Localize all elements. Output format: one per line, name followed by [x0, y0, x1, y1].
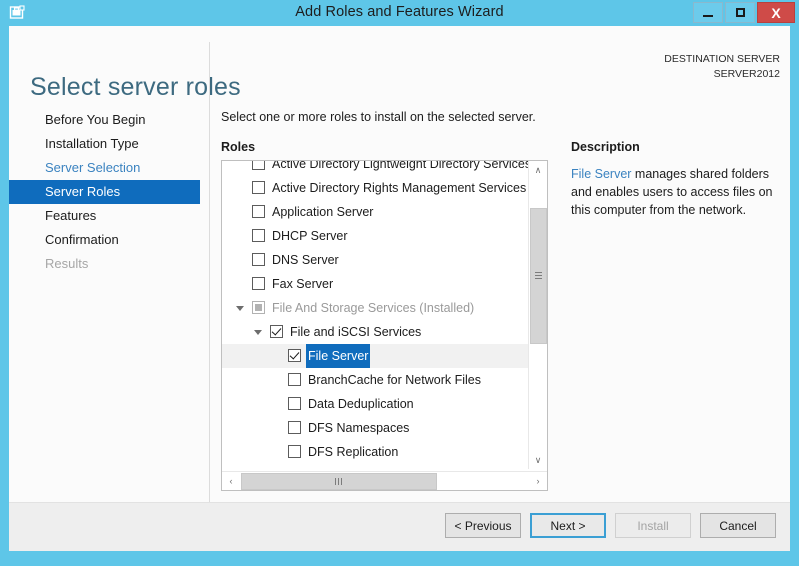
role-checkbox[interactable] [252, 205, 265, 218]
role-label: File and iSCSI Services [290, 325, 422, 339]
role-checkbox[interactable] [288, 421, 301, 434]
role-label: File And Storage Services (Installed) [272, 301, 475, 315]
role-checkbox[interactable] [252, 161, 265, 170]
role-row[interactable]: DNS Server [222, 248, 528, 272]
role-row[interactable]: Active Directory Rights Management Servi… [222, 176, 528, 200]
wizard-client-area: Select server roles DESTINATION SERVER S… [9, 26, 790, 551]
role-label: DHCP Server [272, 229, 348, 243]
nav-item-before-you-begin[interactable]: Before You Begin [9, 108, 200, 132]
role-row[interactable]: BranchCache for Network Files [222, 368, 528, 392]
roles-list-viewport: Active Directory Lightweight Directory S… [222, 161, 528, 469]
nav-item-results: Results [45, 256, 89, 271]
role-row[interactable]: DHCP Server [222, 224, 528, 248]
description-text: File Server manages shared folders and e… [571, 165, 776, 219]
collapse-triangle-icon[interactable] [236, 306, 244, 311]
role-row[interactable]: Data Deduplication [222, 392, 528, 416]
window-title: Add Roles and Features Wizard [295, 4, 504, 20]
destination-server-name: SERVER2012 [713, 68, 780, 80]
role-row[interactable]: Fax Server [222, 272, 528, 296]
nav-item-features[interactable]: Features [9, 204, 200, 228]
role-label: BranchCache for Network Files [308, 373, 481, 387]
role-checkbox[interactable] [270, 325, 283, 338]
role-checkbox[interactable] [252, 277, 265, 290]
role-label: File Server [306, 344, 371, 368]
nav-item-installation-type[interactable]: Installation Type [9, 132, 200, 156]
cancel-button[interactable]: Cancel [700, 513, 776, 538]
role-checkbox[interactable] [288, 445, 301, 458]
instruction-text: Select one or more roles to install on t… [221, 110, 536, 124]
role-checkbox[interactable] [288, 373, 301, 386]
collapse-triangle-icon[interactable] [254, 330, 262, 335]
role-checkbox[interactable] [288, 397, 301, 410]
roles-list: Active Directory Lightweight Directory S… [222, 161, 528, 469]
horizontal-scrollbar-thumb[interactable] [241, 473, 437, 490]
role-label: DNS Server [272, 253, 339, 267]
description-highlight: File Server [571, 167, 632, 181]
role-row[interactable]: Application Server [222, 200, 528, 224]
role-checkbox[interactable] [288, 349, 301, 362]
description-label: Description [571, 140, 640, 154]
footer-button-row: < Previous Next > Install Cancel [445, 513, 776, 538]
wizard-footer: < Previous Next > Install Cancel [9, 502, 790, 551]
role-label: Active Directory Rights Management Servi… [272, 181, 527, 195]
role-checkbox[interactable] [252, 253, 265, 266]
close-button[interactable]: X [757, 2, 795, 23]
destination-server-label: DESTINATION SERVER [664, 53, 780, 65]
role-row[interactable]: DFS Replication [222, 440, 528, 464]
role-row[interactable]: File Server Resource Manager [222, 464, 528, 469]
scroll-left-icon[interactable]: ‹ [222, 472, 240, 490]
role-checkbox [252, 301, 265, 314]
scroll-up-icon[interactable]: ∧ [529, 161, 547, 179]
roles-label: Roles [221, 140, 256, 154]
role-label: Data Deduplication [308, 397, 414, 411]
roles-horizontal-scrollbar[interactable]: ‹ › [222, 471, 547, 490]
role-row[interactable]: File and iSCSI Services [222, 320, 528, 344]
nav-item-server-selection[interactable]: Server Selection [9, 156, 200, 180]
role-label: Active Directory Lightweight Directory S… [272, 161, 528, 171]
minimize-button[interactable] [693, 2, 723, 23]
vertical-scrollbar-thumb[interactable] [530, 208, 547, 344]
next-button[interactable]: Next > [530, 513, 606, 538]
scroll-down-icon[interactable]: ∨ [529, 451, 547, 469]
role-label: DFS Replication [308, 445, 399, 459]
nav-divider [209, 42, 210, 524]
roles-listbox[interactable]: Active Directory Lightweight Directory S… [221, 160, 548, 491]
destination-server-info: DESTINATION SERVER SERVER2012 [664, 52, 780, 82]
role-row[interactable]: DFS Namespaces [222, 416, 528, 440]
role-label: Fax Server [272, 277, 334, 291]
role-row[interactable]: File Server [222, 344, 528, 368]
maximize-button[interactable] [725, 2, 755, 23]
window-controls: X [693, 2, 795, 23]
role-label: File Server Resource Manager [306, 464, 480, 469]
role-label: Application Server [272, 205, 374, 219]
add-roles-wizard-window: Add Roles and Features Wizard X Select s… [0, 0, 799, 566]
scrollbar-grip-icon [535, 272, 542, 279]
previous-button[interactable]: < Previous [445, 513, 521, 538]
wizard-step-nav: Before You Begin Installation Type Serve… [9, 108, 200, 276]
minimize-icon [703, 14, 713, 17]
scroll-right-icon[interactable]: › [529, 472, 547, 490]
nav-item-server-roles[interactable]: Server Roles [9, 180, 200, 204]
role-row[interactable]: Active Directory Lightweight Directory S… [222, 161, 528, 176]
roles-vertical-scrollbar[interactable]: ∧ ∨ [528, 161, 547, 469]
install-button: Install [615, 513, 691, 538]
nav-item-confirmation[interactable]: Confirmation [9, 228, 200, 252]
role-row[interactable]: File And Storage Services (Installed) [222, 296, 528, 320]
scrollbar-grip-icon [335, 478, 342, 485]
role-checkbox[interactable] [252, 181, 265, 194]
role-checkbox[interactable] [252, 229, 265, 242]
role-label: DFS Namespaces [308, 421, 410, 435]
titlebar: Add Roles and Features Wizard X [0, 0, 799, 26]
maximize-icon [735, 8, 745, 17]
